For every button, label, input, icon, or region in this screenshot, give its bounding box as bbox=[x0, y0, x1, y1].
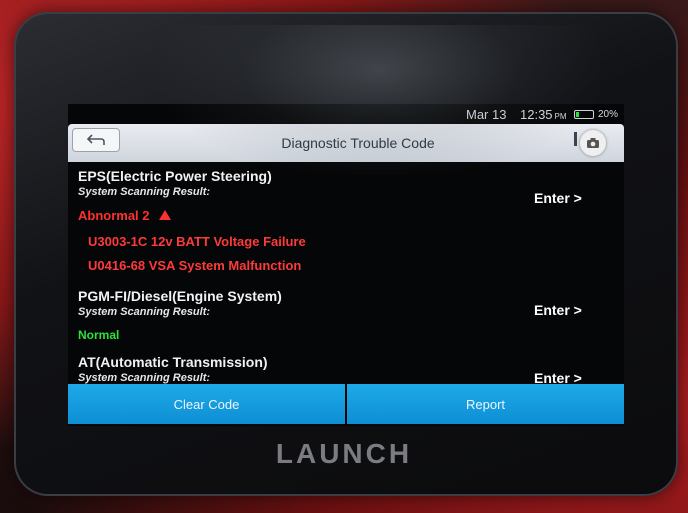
system-subtitle-at: System Scanning Result: bbox=[78, 372, 211, 384]
back-arrow-icon bbox=[86, 134, 105, 145]
device-screen: Mar 13 12:35 PM 20% Diagnostic Trouble Co… bbox=[68, 104, 624, 426]
warning-triangle-icon bbox=[159, 210, 172, 220]
side-mark bbox=[574, 132, 577, 146]
system-name-pgm-fi: PGM-FI/Diesel(Engine System) bbox=[78, 288, 282, 304]
status-date: Mar 13 bbox=[466, 107, 507, 122]
status-ampm: PM bbox=[554, 112, 567, 121]
result-eps: Abnormal 2 bbox=[78, 208, 172, 223]
enter-button-eps[interactable]: Enter > bbox=[534, 190, 582, 206]
result-eps-text: Abnormal 2 bbox=[78, 208, 150, 223]
page-title: Diagnostic Trouble Code bbox=[281, 135, 435, 151]
battery-percent: 20% bbox=[598, 109, 619, 120]
result-pgm-fi: Normal bbox=[78, 328, 120, 342]
action-bar: Clear Code Report bbox=[68, 384, 624, 424]
dtc-item: U0416-68 VSA System Malfunction bbox=[88, 258, 302, 273]
status-time-value: 12:35 bbox=[520, 107, 553, 122]
report-button[interactable]: Report bbox=[347, 384, 624, 424]
screenshot-button[interactable] bbox=[580, 130, 606, 156]
back-button[interactable] bbox=[72, 128, 120, 152]
clear-code-button[interactable]: Clear Code bbox=[68, 384, 345, 424]
status-time: 12:35 PM bbox=[520, 107, 567, 122]
system-name-at: AT(Automatic Transmission) bbox=[78, 354, 268, 370]
status-bar: Mar 13 12:35 PM 20% bbox=[68, 104, 624, 124]
system-subtitle-eps: System Scanning Result: bbox=[78, 186, 211, 198]
system-subtitle-pgm-fi: System Scanning Result: bbox=[78, 306, 211, 318]
enter-button-pgm-fi[interactable]: Enter > bbox=[534, 302, 582, 318]
battery-fill bbox=[576, 112, 579, 117]
camera-icon bbox=[587, 138, 599, 148]
system-list: EPS(Electric Power Steering) System Scan… bbox=[68, 162, 624, 386]
system-name-eps: EPS(Electric Power Steering) bbox=[78, 168, 272, 184]
battery-icon bbox=[574, 110, 594, 119]
dtc-item: U3003-1C 12v BATT Voltage Failure bbox=[88, 234, 306, 249]
brand-logo: LAUNCH bbox=[275, 438, 413, 469]
